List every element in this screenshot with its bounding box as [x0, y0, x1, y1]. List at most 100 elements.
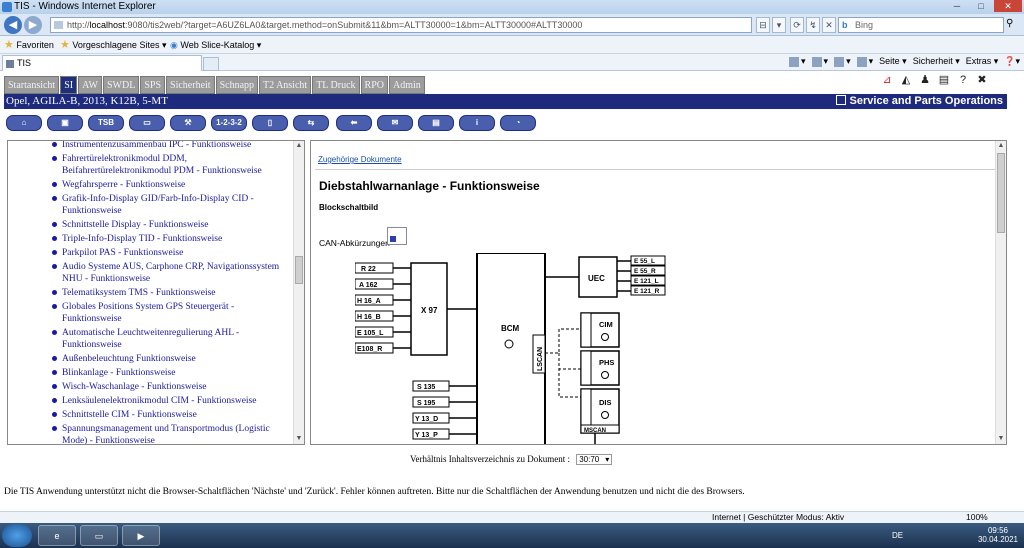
media-taskbar-icon[interactable]: ▶ [122, 525, 160, 546]
security-zone[interactable]: Internet | Geschützter Modus: Aktiv [712, 512, 844, 523]
document-scrollbar[interactable]: ▲ ▼ [995, 141, 1006, 444]
related-documents-link[interactable]: Zugehörige Dokumente [318, 155, 402, 164]
ratio-label: Verhältnis Inhaltsverzeichnis zu Dokumen… [410, 454, 570, 464]
mail-icon[interactable]: ▾ [834, 56, 851, 67]
zoom-level[interactable]: 100% [966, 512, 988, 523]
window-titlebar: TIS - Windows Internet Explorer ─ □ ✕ [0, 0, 1024, 14]
input-label: E 105_L [357, 330, 384, 337]
dropdown-icon[interactable]: ▾ [772, 17, 786, 33]
scroll-down-icon[interactable]: ▼ [294, 434, 304, 444]
toc-item[interactable]: Audio Systeme AUS, Carphone CRP, Navigat… [8, 261, 294, 285]
toc-item[interactable]: Außenbeleuchtung Funktionsweise [8, 353, 294, 365]
page-menu[interactable]: Seite ▾ [879, 56, 907, 67]
toc-item[interactable]: Automatische Leuchtweitenregulierung AHL… [8, 327, 294, 351]
input-label: R 22 [361, 266, 376, 273]
toc-item[interactable]: Grafik-Info-Display GID/Farb-Info-Displa… [8, 193, 294, 217]
ie-taskbar-icon[interactable]: e [38, 525, 76, 546]
compat-view-icon[interactable]: ⊟ [756, 17, 770, 33]
explorer-taskbar-icon[interactable]: ▭ [80, 525, 118, 546]
scroll-down-icon[interactable]: ▼ [996, 434, 1006, 444]
sequence-button[interactable]: 1-2-3-2 [211, 115, 247, 131]
close-button[interactable]: ✕ [994, 0, 1022, 12]
info-button[interactable]: i [459, 115, 495, 131]
feeds-icon[interactable]: ▾ [811, 56, 828, 67]
toc-scrollbar[interactable]: ▲ ▼ [293, 141, 304, 444]
brand-title: Service and Parts Operations [835, 94, 1003, 109]
print-icon[interactable]: ▾ [856, 56, 873, 67]
search-icon[interactable]: ⚲ [1006, 18, 1020, 32]
app-tab[interactable]: Startansicht [4, 76, 60, 94]
app-tab[interactable]: TL Druck [312, 76, 360, 94]
scroll-up-icon[interactable]: ▲ [996, 141, 1006, 151]
tsb-button[interactable]: TSB [88, 115, 124, 131]
start-button[interactable] [2, 524, 32, 547]
favorites-button[interactable]: ★ Favoriten [4, 36, 54, 54]
toc-item[interactable]: Fahrertürelektronikmodul DDM, Beifahrert… [8, 153, 294, 177]
home-button[interactable]: ⌂ [6, 115, 42, 131]
close-session-icon[interactable]: ✖ [975, 72, 989, 88]
forward-button[interactable]: ▶ [24, 16, 42, 34]
toc-item[interactable]: Wegfahrsperre - Funktionsweise [8, 179, 294, 191]
user-icon[interactable]: ♟ [918, 72, 932, 88]
app-tab[interactable]: T2 Ansicht [259, 76, 312, 94]
toc-item[interactable]: Globales Positions System GPS Steuergerä… [8, 301, 294, 325]
app-tab[interactable]: Schnapp [215, 76, 259, 94]
list-button[interactable]: ⇆ [293, 115, 329, 131]
toc-item[interactable]: Schnittstelle CIM - Funktionsweise [8, 409, 294, 421]
ratio-select[interactable]: 30:70 [576, 454, 613, 465]
tools-button[interactable]: ⚒ [170, 115, 206, 131]
print-button[interactable]: ▤ [418, 115, 454, 131]
toc-scroll-thumb[interactable] [295, 256, 303, 284]
can-abbreviations-icon[interactable] [387, 227, 407, 245]
tab-tis[interactable]: TIS [2, 55, 202, 71]
app-tab[interactable]: SWDL [102, 76, 140, 94]
toc-item[interactable]: Triple-Info-Display TID - Funktionsweise [8, 233, 294, 245]
history-button[interactable]: ◔ [500, 115, 536, 131]
maximize-button[interactable]: □ [970, 0, 992, 12]
toc-item[interactable]: Telematiksystem TMS - Funktionsweise [8, 287, 294, 299]
book-button[interactable]: ▯ [252, 115, 288, 131]
toc-item[interactable]: Instrumentenzusammenbau IPC - Funktionsw… [8, 141, 294, 151]
output-label: E 55_L [634, 258, 655, 265]
app-tab[interactable]: AW [78, 76, 102, 94]
toc-item[interactable]: Parkpilot PAS - Funktionsweise [8, 247, 294, 259]
toc-item[interactable]: Lenksäulenelektronikmodul CIM - Funktion… [8, 395, 294, 407]
print-icon[interactable]: ▤ [937, 72, 951, 88]
refresh-icon[interactable]: ⟳ [790, 17, 804, 33]
toc-item[interactable]: Blinkanlage - Funktionsweise [8, 367, 294, 379]
stop-icon[interactable]: ✕ [822, 17, 836, 33]
new-tab-button[interactable] [203, 57, 219, 71]
pdf-icon[interactable]: ⊿ [880, 72, 894, 88]
back-arrow-button[interactable]: ⬅ [336, 115, 372, 131]
language-indicator[interactable]: DE [892, 531, 903, 540]
url-input[interactable]: http://localhost:9080/tis2web/?target=A6… [50, 17, 752, 33]
bcm-inputs: S 135 S 195 Y 13_D Y 13_P [412, 380, 477, 440]
vehicle-button[interactable]: ▭ [129, 115, 165, 131]
app-tab[interactable]: SI [60, 76, 78, 94]
help-icon[interactable]: ? [956, 72, 970, 88]
back-button[interactable]: ◀ [4, 16, 22, 34]
home-icon[interactable]: ▾ [789, 56, 806, 67]
app-tab[interactable]: Sicherheit [166, 76, 215, 94]
toc-item[interactable]: Schnittstelle Display - Funktionsweise [8, 219, 294, 231]
bing-icon: b [842, 20, 848, 30]
app-tab[interactable]: SPS [140, 76, 166, 94]
extras-menu[interactable]: Extras ▾ [966, 56, 999, 67]
search-input[interactable]: b Bing [838, 17, 1004, 33]
document-button[interactable]: ▣ [47, 115, 83, 131]
toc-item[interactable]: Spannungsmanagement und Transportmodus (… [8, 423, 294, 444]
clock[interactable]: 09:56 30.04.2021 [978, 526, 1018, 544]
document-scroll-thumb[interactable] [997, 153, 1005, 233]
scroll-up-icon[interactable]: ▲ [294, 141, 304, 151]
mail-button[interactable]: ✉ [377, 115, 413, 131]
minimize-button[interactable]: ─ [946, 0, 968, 12]
app-tab[interactable]: Admin [388, 76, 425, 94]
help-icon[interactable]: ❓▾ [1004, 56, 1020, 67]
web-slice-link[interactable]: ◉ Web Slice-Katalog ▾ [170, 36, 261, 54]
suggested-sites-link[interactable]: ★ Vorgeschlagene Sites ▾ [60, 36, 166, 54]
refresh-dropdown-icon[interactable]: ↯ [806, 17, 820, 33]
toc-item[interactable]: Wisch-Waschanlage - Funktionsweise [8, 381, 294, 393]
security-menu[interactable]: Sicherheit ▾ [913, 56, 960, 67]
app-tab[interactable]: RPO [360, 76, 388, 94]
car-icon[interactable]: ◭ [899, 72, 913, 88]
